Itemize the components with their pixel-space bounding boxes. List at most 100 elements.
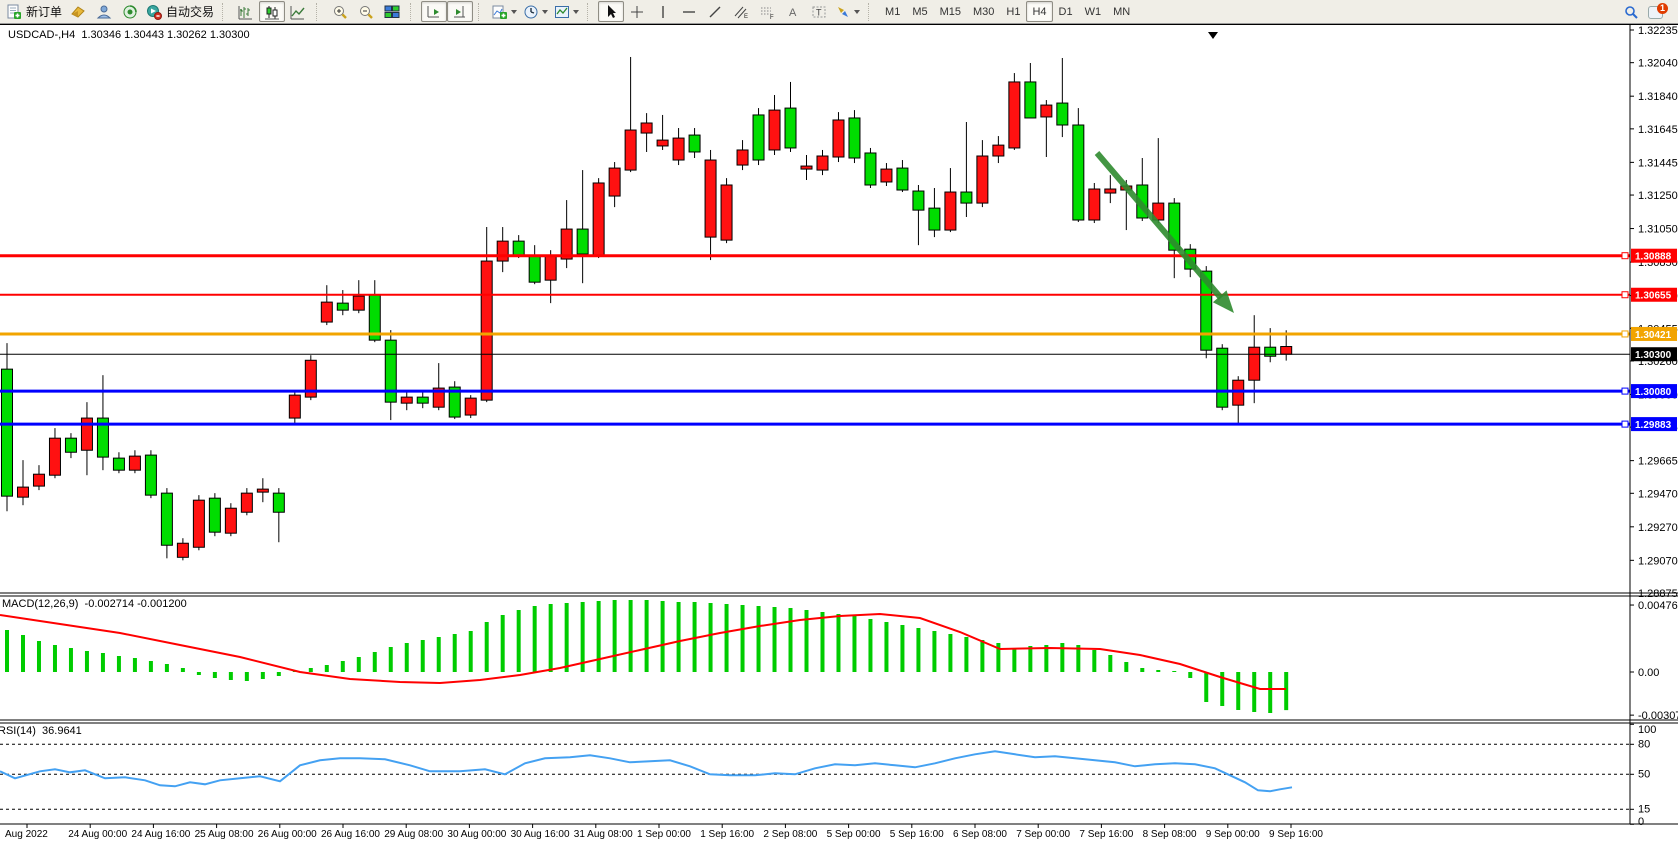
zoom-in-button[interactable] — [327, 1, 353, 22]
templates-dropdown-arrow — [573, 10, 579, 14]
timeframe-button-d1[interactable]: D1 — [1053, 1, 1079, 22]
new-order-button[interactable]: 新订单 — [3, 1, 65, 22]
candle-body — [993, 145, 1004, 156]
symbol-period-label: USDCAD-,H4 — [8, 29, 75, 41]
timeframe-button-w1[interactable]: W1 — [1079, 1, 1108, 22]
tile-windows-button[interactable] — [379, 1, 405, 22]
line-anchor-handle[interactable] — [1622, 388, 1628, 394]
candlestick — [817, 150, 828, 175]
chart-shift-button[interactable] — [447, 1, 473, 22]
notification-count: 1 — [1657, 3, 1668, 14]
candle-body — [353, 296, 364, 310]
line-anchor-handle[interactable] — [1622, 292, 1628, 298]
svg-text:E: E — [744, 14, 748, 20]
macd-axis-label: 0.00 — [1638, 667, 1659, 679]
price-axis-label: 1.32235 — [1638, 25, 1678, 37]
timeframe-button-m30[interactable]: M30 — [967, 1, 1000, 22]
indicators-button[interactable] — [489, 1, 520, 22]
price-chart-canvas[interactable]: 1.322351.320401.318401.316451.314451.312… — [0, 24, 1678, 840]
candlestick — [673, 128, 684, 165]
price-line-label: 1.30080 — [1635, 387, 1672, 398]
candle-body — [961, 192, 972, 203]
crosshair-tool-button[interactable] — [624, 1, 650, 22]
time-axis-label: 8 Sep 08:00 — [1143, 829, 1197, 840]
candle-body — [593, 183, 604, 256]
candlestick — [1025, 63, 1036, 118]
periods-button[interactable] — [520, 1, 551, 22]
metaeditor-button[interactable] — [65, 1, 91, 22]
candlestick — [641, 113, 652, 152]
macd-axis-label: -0.003071 — [1638, 710, 1678, 722]
candle-body — [385, 340, 396, 402]
candle-chart-mode-button[interactable] — [259, 1, 285, 22]
fibonacci-icon: F — [759, 4, 775, 20]
toolbar-separator — [410, 3, 416, 21]
candlestick — [849, 110, 860, 163]
candlestick — [977, 140, 988, 207]
notifications-button[interactable]: 1 — [1644, 1, 1670, 22]
rsi-indicator-label: RSI(14) 36.9641 — [0, 725, 82, 737]
timeframe-button-mn[interactable]: MN — [1107, 1, 1136, 22]
label-tool-button[interactable]: T — [806, 1, 832, 22]
line-chart-mode-button[interactable] — [285, 1, 311, 22]
text-tool-button[interactable]: A — [780, 1, 806, 22]
candlestick — [721, 178, 732, 243]
price-axis-label: 1.29070 — [1638, 555, 1678, 567]
line-chart-icon — [290, 4, 306, 20]
candlestick — [385, 330, 396, 420]
candle-body — [209, 498, 220, 532]
channel-tool-button[interactable]: E — [728, 1, 754, 22]
time-axis-label: Aug 2022 — [5, 829, 48, 840]
trendline-tool-button[interactable] — [702, 1, 728, 22]
new-order-label: 新订单 — [26, 3, 62, 20]
templates-button[interactable] — [551, 1, 582, 22]
price-axis-label: 1.31645 — [1638, 124, 1678, 136]
candle-body — [849, 118, 860, 158]
candlestick — [449, 381, 460, 419]
line-anchor-handle[interactable] — [1622, 253, 1628, 259]
candle-body — [865, 153, 876, 185]
search-button[interactable] — [1618, 1, 1644, 22]
chart-shift-icon — [452, 4, 468, 20]
candle-body — [785, 108, 796, 148]
candle-body — [833, 120, 844, 157]
cursor-tool-button[interactable] — [598, 1, 624, 22]
candlestick — [577, 170, 588, 283]
ohlc-values: 1.30346 1.30443 1.30262 1.30300 — [81, 29, 249, 41]
auto-trading-button[interactable]: 自动交易 — [143, 1, 217, 22]
trend-arrow-line[interactable] — [1097, 153, 1221, 298]
expert-advisor-button[interactable] — [91, 1, 117, 22]
candlestick — [961, 122, 972, 217]
timeframe-button-h4[interactable]: H4 — [1026, 1, 1052, 22]
horizontal-line-tool-button[interactable] — [676, 1, 702, 22]
chart-shift-marker[interactable] — [1208, 32, 1218, 39]
candlestick — [129, 450, 140, 473]
candle-body — [1233, 380, 1244, 405]
zoom-out-button[interactable] — [353, 1, 379, 22]
arrows-tool-button[interactable] — [832, 1, 863, 22]
crosshair-icon — [629, 4, 645, 20]
candlestick — [401, 390, 412, 410]
bar-chart-mode-button[interactable] — [233, 1, 259, 22]
timeframe-button-h1[interactable]: H1 — [1000, 1, 1026, 22]
candle-body — [113, 458, 124, 470]
price-axis-label: 1.29470 — [1638, 488, 1678, 500]
time-axis-label: 9 Sep 16:00 — [1269, 829, 1323, 840]
timeframe-button-m15[interactable]: M15 — [934, 1, 967, 22]
timeframe-button-m5[interactable]: M5 — [906, 1, 933, 22]
auto-scroll-button[interactable] — [421, 1, 447, 22]
line-anchor-handle[interactable] — [1622, 421, 1628, 427]
line-anchor-handle[interactable] — [1622, 331, 1628, 337]
vertical-line-tool-button[interactable] — [650, 1, 676, 22]
toolbar-separator — [316, 3, 322, 21]
candlestick — [881, 163, 892, 186]
time-axis-label: 24 Aug 00:00 — [68, 829, 127, 840]
candle-body — [129, 456, 140, 470]
fibonacci-tool-button[interactable]: F — [754, 1, 780, 22]
timeframe-button-m1[interactable]: M1 — [879, 1, 906, 22]
signals-button[interactable] — [117, 1, 143, 22]
candlestick — [593, 178, 604, 258]
chart-window[interactable]: USDCAD-,H4 1.30346 1.30443 1.30262 1.303… — [0, 24, 1678, 840]
candle-body — [577, 229, 588, 254]
candle-body — [337, 303, 348, 310]
